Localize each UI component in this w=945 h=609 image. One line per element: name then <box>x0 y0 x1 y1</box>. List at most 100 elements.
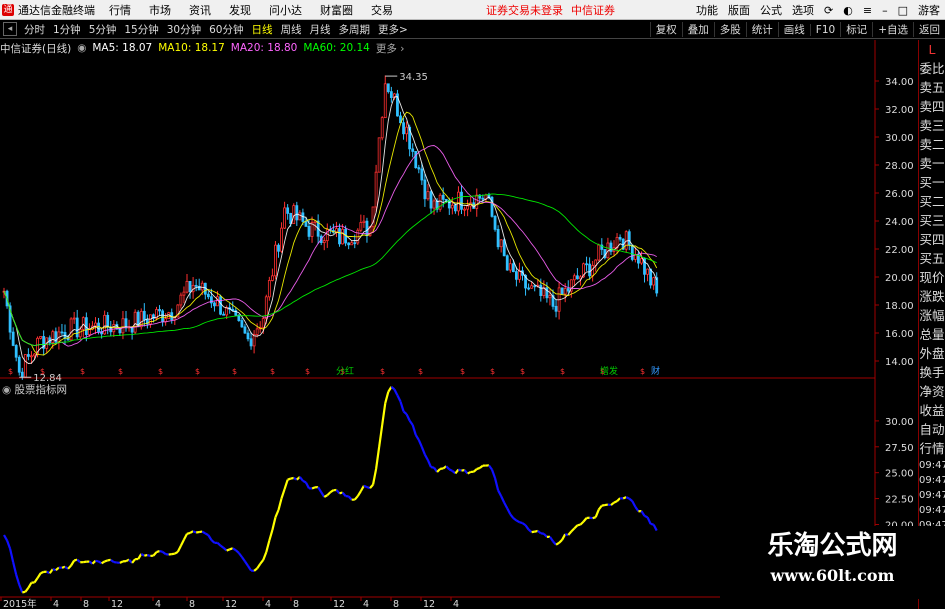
event-marker: $ <box>195 367 200 376</box>
settings-icon[interactable]: ◉ <box>77 42 86 54</box>
chart-area[interactable]: 34.00 32.00 30.00 28.00 26.00 24.00 22.00 20.00… <box>0 40 918 609</box>
period-tab[interactable]: 多周期 <box>335 22 375 37</box>
sidebar-field[interactable]: 卖三 <box>919 116 945 135</box>
sidebar-field[interactable]: 09:47 <box>919 488 945 503</box>
price-tick-label: 34.00 <box>885 77 914 88</box>
menu-icon[interactable]: ≡ <box>858 4 877 17</box>
period-tab[interactable]: 5分钟 <box>85 22 121 37</box>
sidebar-field[interactable]: 总量 <box>919 325 945 344</box>
candle-body <box>530 285 534 289</box>
period-tab-more[interactable]: 更多> <box>374 22 412 37</box>
indicator-segment <box>179 539 185 547</box>
sidebar-field[interactable]: 买一 <box>919 173 945 192</box>
sidebar-field[interactable]: 行情 <box>919 439 945 458</box>
indicator-name[interactable]: 股票指标网 <box>15 384 68 396</box>
sidebar-field[interactable]: 买三 <box>919 211 945 230</box>
price-tick-label: 26.00 <box>885 189 914 200</box>
event-marker: $ <box>232 367 237 376</box>
sidebar-field[interactable]: 09:47 <box>919 458 945 473</box>
sidebar-field[interactable]: 卖一 <box>919 154 945 173</box>
tool-draw[interactable]: 画线 <box>777 22 810 37</box>
indicator-segment <box>472 468 478 473</box>
sidebar-field[interactable]: 买四 <box>919 230 945 249</box>
indicator-segment <box>430 466 435 469</box>
candle-body <box>554 305 558 312</box>
indicator-segment <box>18 584 24 593</box>
login-alert[interactable]: 证券交易未登录 <box>482 2 567 18</box>
tool-statistics[interactable]: 统计 <box>745 22 778 37</box>
indicator-segment <box>570 527 576 533</box>
period-tab[interactable]: 1分钟 <box>49 22 85 37</box>
sidebar-field[interactable]: 委比 <box>919 59 945 78</box>
menu-functions[interactable]: 功能 <box>691 2 723 18</box>
sidebar-field[interactable]: 买五 <box>919 249 945 268</box>
indicator-segment <box>192 530 197 534</box>
candle-body <box>429 191 433 209</box>
indicator-segment <box>378 424 384 448</box>
guest-label[interactable]: 游客 <box>913 2 945 18</box>
sidebar-field[interactable]: 收益 <box>919 401 945 420</box>
sidebar-field[interactable]: 卖四 <box>919 97 945 116</box>
sidebar-field[interactable]: 卖二 <box>919 135 945 154</box>
sidebar-field[interactable]: 自动 <box>919 420 945 439</box>
tool-back[interactable]: 返回 <box>913 22 945 37</box>
candle-body <box>94 322 97 327</box>
sidebar-field[interactable]: 现价 <box>919 268 945 287</box>
menu-formula[interactable]: 公式 <box>755 2 787 18</box>
time-tick-label: 8 <box>83 599 89 609</box>
price-tick-label: 18.00 <box>885 301 914 312</box>
sound-icon[interactable]: ◐ <box>838 4 858 17</box>
sidebar-field[interactable]: 09:47 <box>919 503 945 518</box>
collapse-icon[interactable]: ◂ <box>3 22 17 36</box>
indicator-settings-icon[interactable]: ◉ <box>2 384 11 396</box>
indicator-segment <box>76 558 81 564</box>
sidebar-field[interactable]: 买二 <box>919 192 945 211</box>
tool-multi-stock[interactable]: 多股 <box>713 22 746 37</box>
indicator-segment <box>448 468 453 472</box>
candle-body <box>23 354 27 378</box>
period-tab[interactable]: 月线 <box>306 22 335 37</box>
indicator-segment <box>384 391 390 404</box>
period-tab[interactable]: 60分钟 <box>205 22 247 37</box>
period-tab[interactable]: 分时 <box>20 22 49 37</box>
minimize-icon[interactable]: – <box>877 4 893 17</box>
menu-item-discover[interactable]: 发现 <box>220 2 260 18</box>
sidebar-field[interactable]: 外盘 <box>919 344 945 363</box>
sidebar-field[interactable]: 涨跌 <box>919 287 945 306</box>
candle-body <box>17 356 21 373</box>
candle-body <box>548 295 552 299</box>
candle-body <box>350 242 354 246</box>
tool-add-watchlist[interactable]: +自选 <box>872 22 913 37</box>
candle-body <box>51 331 55 343</box>
refresh-icon[interactable]: ⟳ <box>819 4 838 17</box>
maximize-icon[interactable]: □ <box>893 4 913 17</box>
sidebar-field[interactable]: 净资 <box>919 382 945 401</box>
tool-mark[interactable]: 标记 <box>840 22 872 37</box>
more-indicators[interactable]: 更多 › <box>376 41 405 56</box>
tool-restore-rights[interactable]: 复权 <box>649 22 682 37</box>
tool-overlay[interactable]: 叠加 <box>681 22 714 37</box>
indicator-segment <box>152 551 158 557</box>
menu-item-news[interactable]: 资讯 <box>180 2 220 18</box>
menu-item-ask[interactable]: 问小达 <box>260 2 311 18</box>
sidebar-field[interactable]: 卖五 <box>919 78 945 97</box>
broker-name[interactable]: 中信证券 <box>567 2 619 18</box>
period-tab-active[interactable]: 日线 <box>248 22 277 37</box>
menu-layout[interactable]: 版面 <box>723 2 755 18</box>
menu-options[interactable]: 选项 <box>787 2 819 18</box>
sidebar-field[interactable]: 换手 <box>919 363 945 382</box>
menu-item-trade[interactable]: 交易 <box>362 2 402 18</box>
menu-item-quotes[interactable]: 行情 <box>100 2 140 18</box>
time-tick-label: 4 <box>453 599 459 609</box>
menu-item-wealth[interactable]: 财富圈 <box>311 2 362 18</box>
sidebar-field[interactable]: 涨幅 <box>919 306 945 325</box>
period-tab[interactable]: 30分钟 <box>163 22 205 37</box>
period-tab[interactable]: 15分钟 <box>120 22 162 37</box>
menu-item-market[interactable]: 市场 <box>140 2 180 18</box>
stock-name[interactable]: 中信证券(日线) <box>0 41 71 56</box>
sidebar-field[interactable]: 09:47 <box>919 473 945 488</box>
indicator-segment <box>527 528 533 533</box>
tool-f10[interactable]: F10 <box>809 23 840 36</box>
period-tab[interactable]: 周线 <box>277 22 306 37</box>
candle-body <box>347 242 351 246</box>
